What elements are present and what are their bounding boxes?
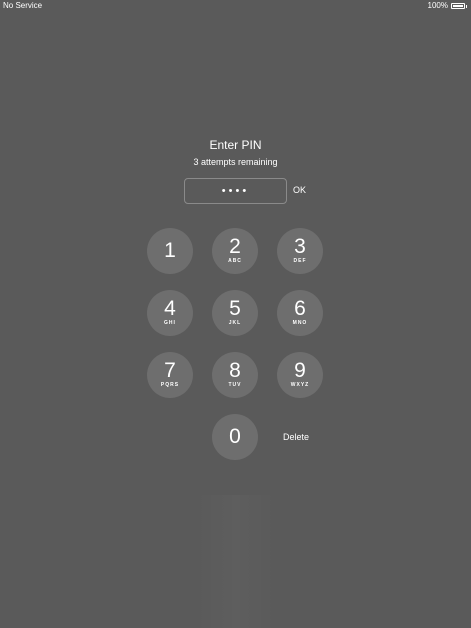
ok-button[interactable]: OK	[293, 184, 306, 196]
key-letters: ABC	[228, 258, 242, 264]
key-letters: WXYZ	[290, 382, 310, 388]
key-letters: DEF	[293, 258, 307, 264]
key-digit: 8	[229, 359, 241, 382]
keypad-key-0[interactable]: 0	[212, 414, 258, 460]
keypad-key-2[interactable]: 2 ABC	[212, 228, 258, 274]
delete-button[interactable]: Delete	[283, 431, 309, 443]
key-digit: 6	[294, 297, 306, 320]
key-digit: 1	[164, 239, 176, 262]
pin-input[interactable]: ••••	[184, 178, 287, 204]
keypad-key-8[interactable]: 8 TUV	[212, 352, 258, 398]
keypad-key-3[interactable]: 3 DEF	[277, 228, 323, 274]
battery-fill	[453, 5, 463, 7]
key-letters: TUV	[228, 382, 242, 388]
keypad-key-9[interactable]: 9 WXYZ	[277, 352, 323, 398]
key-digit: 7	[164, 359, 176, 382]
key-digit: 2	[229, 235, 241, 258]
battery-status: 100%	[428, 0, 467, 12]
pin-title: Enter PIN	[209, 138, 262, 152]
keypad-key-1[interactable]: 1	[147, 228, 193, 274]
status-bar: No Service 100%	[0, 0, 471, 12]
keypad-key-5[interactable]: 5 JKL	[212, 290, 258, 336]
key-digit: 3	[294, 235, 306, 258]
key-digit: 9	[294, 359, 306, 382]
key-digit: 0	[229, 425, 241, 448]
attempts-remaining: 3 attempts remaining	[193, 157, 278, 167]
keypad-key-6[interactable]: 6 MNO	[277, 290, 323, 336]
carrier-label: No Service	[3, 1, 43, 10]
battery-icon	[451, 3, 465, 9]
background-glow	[195, 495, 277, 628]
key-digit: 4	[164, 297, 176, 320]
key-letters: JKL	[228, 320, 242, 326]
battery-tip	[466, 4, 467, 8]
key-digit: 5	[229, 297, 241, 320]
key-letters: GHI	[164, 320, 176, 326]
keypad-key-4[interactable]: 4 GHI	[147, 290, 193, 336]
keypad-key-7[interactable]: 7 PQRS	[147, 352, 193, 398]
battery-percent: 100%	[427, 1, 448, 10]
key-letters: MNO	[292, 320, 308, 326]
key-letters: PQRS	[160, 382, 180, 388]
